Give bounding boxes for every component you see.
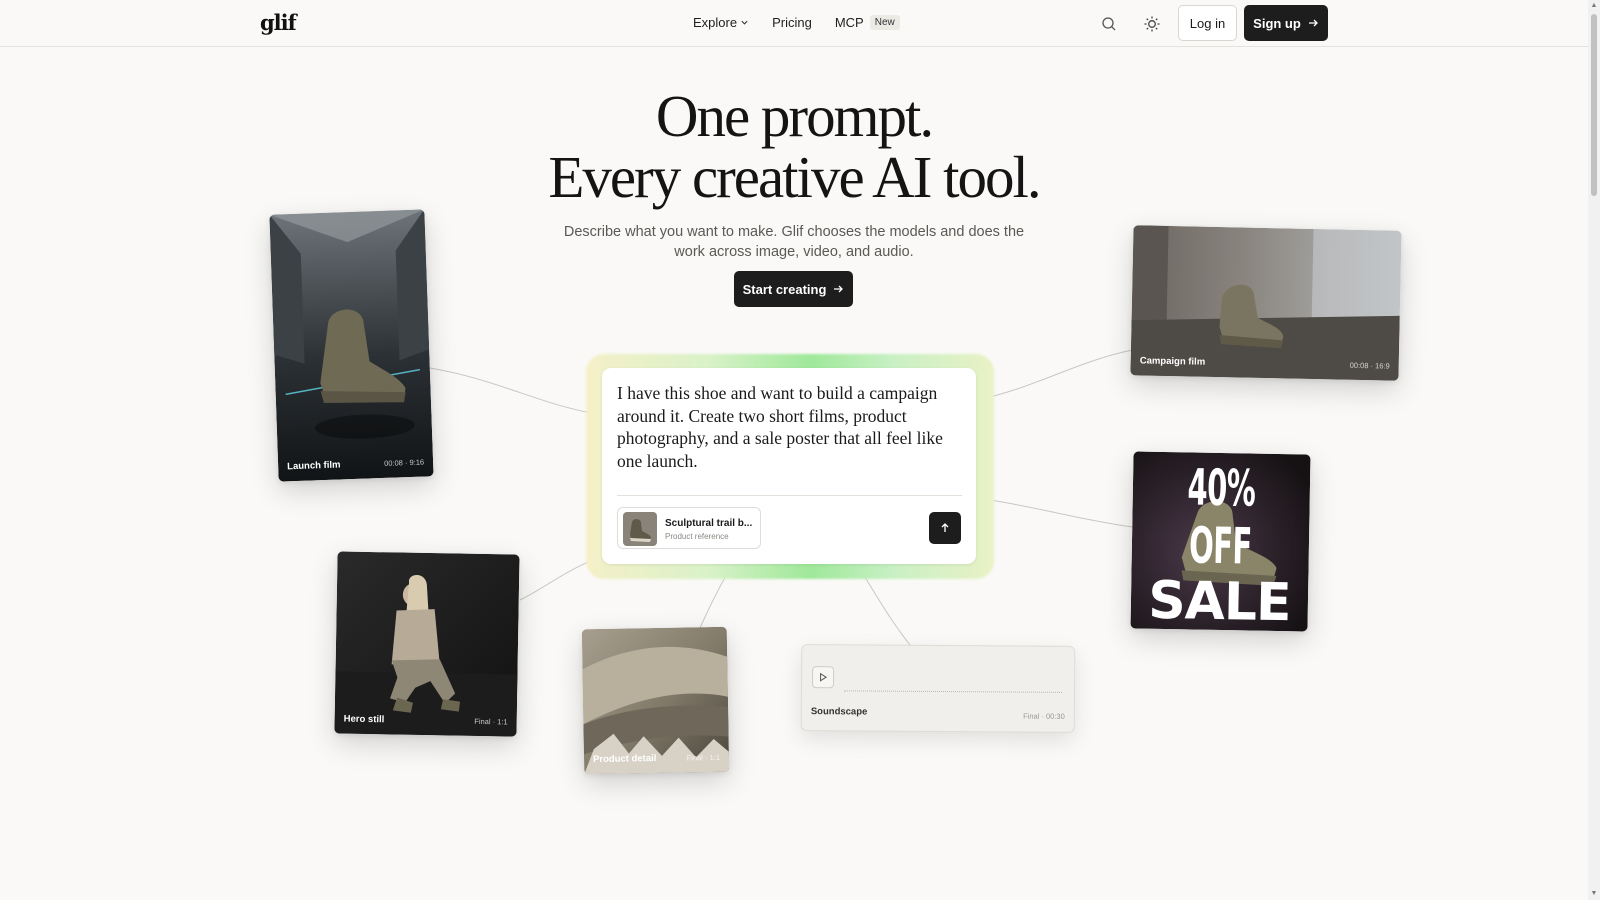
soundscape-label: Soundscape (810, 706, 868, 718)
new-badge: New (869, 15, 900, 30)
nav-mcp-label: MCP (834, 15, 864, 30)
search-icon (1102, 17, 1116, 31)
nav-explore-label: Explore (693, 15, 738, 30)
start-creating-label: Start creating (742, 281, 827, 297)
reference-thumbnail (623, 512, 657, 546)
product-detail-meta: Final · 1:1 (686, 752, 721, 763)
signup-button[interactable]: Sign up (1244, 5, 1328, 41)
hero-title-line2: Every creative AI tool. (548, 144, 1041, 210)
connector-campaign-film (975, 349, 1134, 401)
connector-sale-poster (975, 497, 1134, 528)
sun-icon (1144, 16, 1160, 32)
theme-toggle-button[interactable] (1142, 14, 1162, 34)
campaign-film-label: Campaign film (1139, 355, 1206, 368)
connector-launch-film (429, 367, 603, 416)
launch-film-meta: 00:08 · 9:16 (383, 457, 425, 468)
login-label: Log in (1189, 15, 1226, 31)
glif-logo[interactable]: glif (260, 10, 297, 35)
main-nav: Explore Pricing MCP New (693, 15, 923, 30)
start-creating-button[interactable]: Start creating (734, 271, 853, 307)
reference-title: Sculptural trail b... (665, 518, 753, 529)
sale-headline: 40% OFF (1187, 458, 1256, 576)
launch-film-label: Launch film (287, 459, 341, 473)
site-header: glif Explore Pricing MCP New Log in Sign… (0, 0, 1588, 47)
hero-still-card[interactable]: Hero still Final · 1:1 (334, 551, 520, 737)
prompt-card[interactable]: I have this shoe and want to build a cam… (602, 368, 976, 564)
nav-pricing-label: Pricing (772, 15, 812, 30)
arrow-up-icon (941, 523, 949, 532)
scroll-up-icon[interactable]: ▲ (1590, 2, 1598, 10)
sale-poster-card[interactable]: 40% OFF SALE (1130, 451, 1311, 632)
signup-label: Sign up (1253, 15, 1301, 31)
product-detail-label: Product detail (592, 752, 657, 766)
chevron-down-icon (741, 20, 748, 25)
play-button[interactable] (811, 666, 835, 689)
prompt-text[interactable]: I have this shoe and want to build a cam… (617, 382, 962, 472)
hero-title-line1: One prompt. (655, 83, 934, 149)
hero-subtitle: Describe what you want to make. Glif cho… (563, 224, 1025, 260)
sale-footer: SALE (1147, 570, 1292, 632)
nav-explore[interactable]: Explore (693, 15, 749, 30)
scroll-thumb[interactable] (1591, 14, 1597, 196)
prompt-divider (617, 495, 962, 496)
product-reference-chip[interactable]: Sculptural trail b... Product reference (617, 507, 761, 549)
campaign-film-card[interactable]: Campaign film 00:08 · 16:9 (1130, 225, 1402, 381)
send-button[interactable] (929, 512, 961, 544)
product-detail-card[interactable]: Product detail Final · 1:1 (581, 626, 730, 775)
launch-film-image (269, 209, 434, 482)
nav-pricing[interactable]: Pricing (772, 15, 812, 30)
arrow-right-icon (834, 285, 844, 293)
play-icon (820, 672, 828, 682)
page-scrollbar[interactable]: ▲ ▼ (1588, 0, 1600, 900)
arrow-right-icon (1308, 19, 1318, 27)
campaign-film-meta: 00:08 · 16:9 (1349, 360, 1390, 371)
login-button[interactable]: Log in (1178, 5, 1237, 41)
soundscape-card[interactable]: Soundscape Final · 00:30 (800, 644, 1076, 733)
scroll-down-icon[interactable]: ▼ (1590, 890, 1598, 898)
launch-film-card[interactable]: Launch film 00:08 · 9:16 (269, 209, 434, 482)
nav-mcp[interactable]: MCP New (835, 15, 900, 30)
hero-still-image (334, 551, 520, 737)
waveform (843, 690, 1062, 693)
hero-still-label: Hero still (343, 713, 385, 726)
search-button[interactable] (1099, 14, 1119, 34)
reference-subtitle: Product reference (665, 532, 729, 541)
soundscape-meta: Final · 00:30 (1023, 711, 1065, 721)
hero-title: One prompt. Every creative AI tool. (0, 86, 1588, 208)
hero-still-meta: Final · 1:1 (474, 716, 508, 727)
